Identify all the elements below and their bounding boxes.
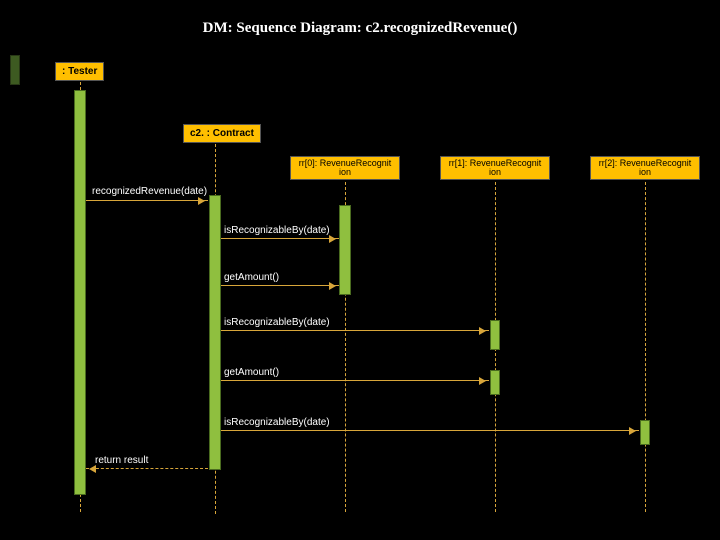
activation-rr0 <box>339 205 351 295</box>
arrow-m6 <box>221 430 639 431</box>
participant-contract: c2. : Contract <box>183 124 261 143</box>
diagram-header: DM: Sequence Diagram: c2.recognizedReven… <box>0 20 720 50</box>
activation-tester <box>74 90 86 495</box>
arrow-m4 <box>221 330 489 331</box>
participant-rr1: rr[1]: RevenueRecognition <box>440 156 550 180</box>
msg-is-recognizable-0: isRecognizableBy(date) <box>224 225 330 236</box>
activation-rr1-a <box>490 320 500 350</box>
msg-get-amount-0: getAmount() <box>224 272 279 283</box>
arrow-return <box>86 468 208 469</box>
arrow-m3 <box>221 285 339 286</box>
msg-is-recognizable-2: isRecognizableBy(date) <box>224 417 330 428</box>
participant-rr2: rr[2]: RevenueRecognition <box>590 156 700 180</box>
participant-rr0: rr[0]: RevenueRecognition <box>290 156 400 180</box>
msg-get-amount-1: getAmount() <box>224 367 279 378</box>
activation-contract <box>209 195 221 470</box>
lifeline-rr2 <box>645 182 646 512</box>
msg-return-result: return result <box>95 455 148 466</box>
msg-is-recognizable-1: isRecognizableBy(date) <box>224 317 330 328</box>
arrow-m5 <box>221 380 489 381</box>
diagram-title: DM: Sequence Diagram: c2.recognizedReven… <box>0 20 720 37</box>
arrow-m2 <box>221 238 339 239</box>
activation-rr2 <box>640 420 650 445</box>
msg-recognized-revenue: recognizedRevenue(date) <box>92 186 207 197</box>
participant-tester: : Tester <box>55 62 104 81</box>
arrow-m1 <box>86 200 208 201</box>
activation-rr1-b <box>490 370 500 395</box>
activation-outer-top <box>10 55 20 85</box>
